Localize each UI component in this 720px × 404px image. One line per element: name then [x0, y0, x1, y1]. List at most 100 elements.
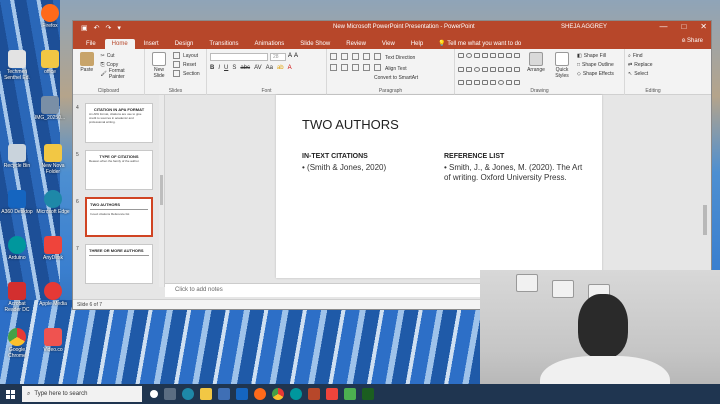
powerpoint-icon[interactable] — [308, 388, 320, 400]
tab-transitions[interactable]: Transitions — [202, 39, 245, 49]
in-text-citations-heading[interactable]: IN-TEXT CITATIONS — [302, 153, 368, 160]
taskbar-search[interactable]: ⌕ Type here to search — [22, 386, 142, 402]
slide-thumbnail-6[interactable]: TWO AUTHORS In-text citations Reference … — [85, 197, 153, 237]
maximize-button[interactable]: □ — [681, 22, 686, 31]
redo-icon[interactable]: ↷ — [106, 24, 112, 32]
tab-insert[interactable]: Insert — [137, 39, 166, 49]
desktop-icon-recycle-bin[interactable]: Recycle Bin — [0, 144, 34, 169]
thumbnail-scrollbar-thumb[interactable] — [160, 175, 163, 205]
slide-thumbnail-5[interactable]: TYPE OF CITATIONS Reason when the family… — [85, 150, 153, 190]
chrome-icon[interactable] — [272, 388, 284, 400]
format-painter-button[interactable]: 🖌 Format Painter — [101, 68, 142, 80]
desktop-icon-nova-folder[interactable]: New Nova Folder — [36, 144, 70, 175]
arrange-button[interactable]: Arrange — [525, 51, 547, 93]
close-button[interactable]: ✕ — [700, 22, 707, 31]
align-left-icon[interactable] — [330, 64, 337, 71]
shadow-icon[interactable]: S — [232, 65, 236, 71]
slide-scrollbar[interactable] — [701, 95, 709, 278]
save-icon[interactable]: ▣ — [81, 24, 88, 32]
tab-design[interactable]: Design — [168, 39, 201, 49]
spacing-icon[interactable]: AV — [254, 65, 262, 71]
line-spacing-icon[interactable] — [374, 53, 381, 60]
desktop-icon-techmen[interactable]: Techmen Senthel Ed. — [0, 50, 34, 81]
bullets-icon[interactable] — [330, 53, 337, 60]
increase-indent-icon[interactable] — [363, 53, 370, 60]
desktop-icon-anydesk[interactable]: AnyDesk — [36, 236, 70, 261]
desktop-icon-a360[interactable]: A360 Desktop — [0, 190, 34, 215]
tab-view[interactable]: View — [375, 39, 402, 49]
numbering-icon[interactable] — [341, 53, 348, 60]
shrink-font-icon[interactable]: A — [294, 53, 298, 61]
italic-icon[interactable]: I — [218, 65, 220, 71]
shape-outline-button[interactable]: □ Shape Outline — [577, 60, 614, 69]
thumbnail-scrollbar[interactable] — [159, 95, 164, 287]
desktop-icon-firefox[interactable]: Firefox — [33, 4, 67, 29]
font-color-icon[interactable]: A — [288, 65, 292, 71]
tell-me-search[interactable]: 💡 Tell me what you want to do — [432, 38, 527, 49]
mail-icon[interactable] — [236, 388, 248, 400]
slide-canvas[interactable]: TWO AUTHORS IN-TEXT CITATIONS • (Smith &… — [276, 95, 602, 278]
font-size-select[interactable]: 28 — [270, 53, 286, 61]
columns-icon[interactable] — [374, 64, 381, 71]
tab-review[interactable]: Review — [339, 39, 373, 49]
desktop-icon-img1[interactable]: IMG_20250... — [33, 96, 67, 121]
desktop-icon-video[interactable]: Video.co — [36, 328, 70, 353]
share-button[interactable]: ⍝ Share — [682, 38, 703, 45]
slide-scrollbar-thumb[interactable] — [703, 205, 707, 235]
tab-home[interactable]: Home — [104, 39, 135, 49]
new-slide-button[interactable]: New Slide — [148, 51, 170, 93]
tab-slide-show[interactable]: Slide Show — [293, 39, 337, 49]
app-icon[interactable] — [362, 388, 374, 400]
underline-icon[interactable]: U — [224, 65, 228, 71]
slide-thumbnail-7[interactable]: THREE OR MORE AUTHORS — [85, 244, 153, 284]
shape-effects-button[interactable]: ◇ Shape Effects — [577, 69, 614, 78]
change-case-icon[interactable]: Aa — [266, 65, 273, 71]
desktop-icon-acrobat[interactable]: Acrobat Reader DC — [0, 282, 34, 313]
anydesk-icon[interactable] — [326, 388, 338, 400]
desktop-icon-edge[interactable]: Microsoft Edge — [36, 190, 70, 215]
arduino-icon[interactable] — [290, 388, 302, 400]
convert-smartart-button[interactable]: Convert to SmartArt — [374, 73, 451, 82]
slide-title[interactable]: TWO AUTHORS — [302, 117, 399, 132]
align-center-icon[interactable] — [341, 64, 348, 71]
in-text-citation-item[interactable]: • (Smith & Jones, 2020) — [302, 163, 386, 172]
minimize-button[interactable]: — — [659, 22, 667, 31]
justify-icon[interactable] — [363, 64, 370, 71]
quick-styles-button[interactable]: Quick Styles — [551, 51, 573, 93]
replace-button[interactable]: ⇄ Replace — [628, 60, 678, 69]
desktop-icon-apple-media[interactable]: Apple Media — [36, 282, 70, 307]
align-right-icon[interactable] — [352, 64, 359, 71]
start-button[interactable] — [0, 384, 20, 404]
section-button[interactable]: Section — [173, 69, 200, 78]
customize-icon[interactable]: ▾ — [117, 24, 121, 32]
cut-button[interactable]: ✂ Cut — [101, 51, 142, 60]
tab-help[interactable]: Help — [404, 39, 430, 49]
bold-icon[interactable]: B — [210, 65, 214, 71]
reset-button[interactable]: Reset — [173, 60, 200, 69]
slide-thumbnail-4[interactable]: CITATION IN APA FORMAT An APA format, ci… — [85, 103, 153, 143]
user-name[interactable]: SHEJA AGGREY — [561, 24, 607, 30]
font-name-select[interactable] — [210, 53, 268, 61]
firefox-icon[interactable] — [254, 388, 266, 400]
grow-font-icon[interactable]: A — [288, 53, 292, 61]
desktop-icon-chrome[interactable]: Google Chrome — [0, 328, 34, 359]
highlight-icon[interactable]: ab — [277, 65, 284, 71]
decrease-indent-icon[interactable] — [352, 53, 359, 60]
layout-button[interactable]: Layout — [173, 51, 200, 60]
tab-animations[interactable]: Animations — [248, 39, 292, 49]
text-direction-button[interactable]: Text Direction — [385, 53, 415, 62]
select-button[interactable]: ↖ Select — [628, 69, 678, 78]
desktop-icon-office[interactable]: office — [33, 50, 67, 75]
tab-file[interactable]: File — [79, 39, 103, 49]
store-icon[interactable] — [218, 388, 230, 400]
align-text-button[interactable]: Align Text — [385, 64, 407, 73]
reference-list-heading[interactable]: REFERENCE LIST — [444, 153, 504, 160]
camtasia-icon[interactable] — [344, 388, 356, 400]
desktop-icon-arduino[interactable]: Arduino — [0, 236, 34, 261]
cortana-icon[interactable] — [150, 390, 158, 398]
reference-list-item[interactable]: • Smith, J., & Jones, M. (2020). The Art… — [444, 163, 584, 183]
shapes-gallery[interactable] — [458, 53, 521, 93]
paste-button[interactable]: Paste — [76, 51, 98, 93]
strikethrough-icon[interactable]: abc — [240, 65, 250, 71]
file-explorer-icon[interactable] — [200, 388, 212, 400]
